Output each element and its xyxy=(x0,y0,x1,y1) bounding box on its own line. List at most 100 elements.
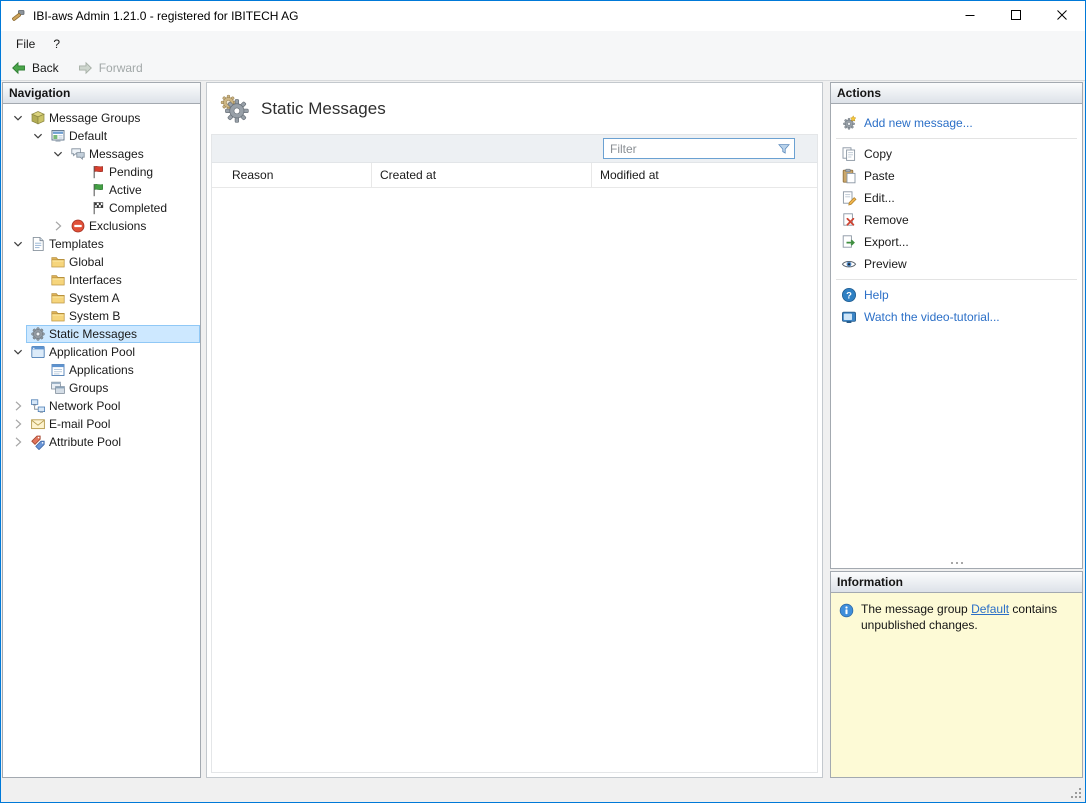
tree-item-label: Active xyxy=(109,183,142,197)
paste-icon xyxy=(841,168,857,184)
table-header-row: ReasonCreated atModified at xyxy=(212,163,817,188)
close-icon xyxy=(1057,9,1067,23)
actions-info-splitter[interactable] xyxy=(831,557,1082,568)
tree-item-exclusions[interactable]: Exclusions xyxy=(3,217,200,235)
maximize-button[interactable] xyxy=(993,1,1039,31)
tree-item-system-a[interactable]: System A xyxy=(3,289,200,307)
tree-item-static-messages[interactable]: Static Messages xyxy=(3,325,200,343)
action-label: Help xyxy=(864,288,889,302)
action-label: Watch the video-tutorial... xyxy=(864,310,1000,324)
tree-item-label: Network Pool xyxy=(49,399,120,413)
tree-item-system-b[interactable]: System B xyxy=(3,307,200,325)
chevron-collapsed-icon[interactable] xyxy=(10,398,26,414)
minimize-button[interactable] xyxy=(947,1,993,31)
action-preview[interactable]: Preview xyxy=(831,253,1082,275)
tree-item-network-pool[interactable]: Network Pool xyxy=(3,397,200,415)
email-pool-icon xyxy=(30,416,46,432)
chevron-collapsed-icon[interactable] xyxy=(10,434,26,450)
action-watch-the-video-tutorial[interactable]: Watch the video-tutorial... xyxy=(831,306,1082,328)
action-help[interactable]: ? Help xyxy=(831,284,1082,306)
active-flag-icon xyxy=(90,182,106,198)
chevron-expanded-icon[interactable] xyxy=(30,128,46,144)
action-copy[interactable]: Copy xyxy=(831,143,1082,165)
action-export[interactable]: Export... xyxy=(831,231,1082,253)
chevron-spacer xyxy=(70,164,86,180)
actions-list: Add new message... Copy Paste Edit...Remove… xyxy=(831,104,1082,557)
tree-item-pending[interactable]: Pending xyxy=(3,163,200,181)
tree-item-message-groups[interactable]: Message Groups xyxy=(3,109,200,127)
chevron-spacer xyxy=(30,308,46,324)
information-body: The message group Default contains unpub… xyxy=(831,593,1082,777)
window-title: IBI-aws Admin 1.21.0 - registered for IB… xyxy=(33,9,298,23)
video-icon xyxy=(841,309,857,325)
tree-item-default[interactable]: Default xyxy=(3,127,200,145)
tree-item-attribute-pool[interactable]: Attribute Pool xyxy=(3,433,200,451)
page-title: Static Messages xyxy=(261,99,386,119)
completed-flag-icon xyxy=(90,200,106,216)
tree-item-e-mail-pool[interactable]: E-mail Pool xyxy=(3,415,200,433)
message-table-body[interactable] xyxy=(212,188,817,772)
folder-icon xyxy=(50,308,66,324)
tree-item-interfaces[interactable]: Interfaces xyxy=(3,271,200,289)
chevron-spacer xyxy=(70,200,86,216)
filter-strip xyxy=(212,135,817,163)
remove-icon xyxy=(841,212,857,228)
chevron-expanded-icon[interactable] xyxy=(10,236,26,252)
tree-item-groups[interactable]: Groups xyxy=(3,379,200,397)
chevron-expanded-icon[interactable] xyxy=(10,110,26,126)
folder-icon xyxy=(50,254,66,270)
tree-item-label: Global xyxy=(69,255,104,269)
chevron-spacer xyxy=(30,290,46,306)
tree-item-label: Application Pool xyxy=(49,345,135,359)
tree-item-global[interactable]: Global xyxy=(3,253,200,271)
action-edit[interactable]: Edit... xyxy=(831,187,1082,209)
tree-item-label: Interfaces xyxy=(69,273,122,287)
tree-item-messages[interactable]: Messages xyxy=(3,145,200,163)
action-remove[interactable]: Remove xyxy=(831,209,1082,231)
tree-item-completed[interactable]: Completed xyxy=(3,199,200,217)
svg-text:?: ? xyxy=(846,291,852,302)
tree-item-label: Messages xyxy=(89,147,144,161)
tree-item-label: Templates xyxy=(49,237,104,251)
chevron-expanded-icon[interactable] xyxy=(10,344,26,360)
actions-separator xyxy=(836,279,1077,280)
back-button[interactable]: Back xyxy=(7,59,62,77)
forward-label: Forward xyxy=(99,61,143,75)
action-label: Paste xyxy=(864,169,895,183)
column-header-modified-at[interactable]: Modified at xyxy=(592,163,817,187)
tree-item-label: Completed xyxy=(109,201,167,215)
tree-item-templates[interactable]: Templates xyxy=(3,235,200,253)
tree-item-application-pool[interactable]: Application Pool xyxy=(3,343,200,361)
tree-item-active[interactable]: Active xyxy=(3,181,200,199)
navigation-toolbar: Back Forward xyxy=(1,56,1085,81)
column-header-reason[interactable]: Reason xyxy=(212,163,372,187)
filter-input[interactable] xyxy=(604,142,774,156)
action-label: Add new message... xyxy=(864,116,973,130)
tree-item-label: Exclusions xyxy=(89,219,146,233)
default-group-link[interactable]: Default xyxy=(971,602,1009,616)
resize-grip-icon[interactable] xyxy=(1070,787,1083,800)
information-panel: Information The message group Default co… xyxy=(830,571,1083,778)
menu-help[interactable]: ? xyxy=(44,33,69,55)
column-header-created-at[interactable]: Created at xyxy=(372,163,592,187)
tree-item-applications[interactable]: Applications xyxy=(3,361,200,379)
app-window: IBI-aws Admin 1.21.0 - registered for IB… xyxy=(0,0,1086,803)
edit-icon xyxy=(841,190,857,206)
tree-item-label: Groups xyxy=(69,381,108,395)
action-add-new-message[interactable]: Add new message... xyxy=(831,112,1082,134)
close-button[interactable] xyxy=(1039,1,1085,31)
chevron-collapsed-icon[interactable] xyxy=(10,416,26,432)
filter-funnel-icon[interactable] xyxy=(774,142,794,156)
folder-icon xyxy=(50,290,66,306)
action-label: Preview xyxy=(864,257,907,271)
chevron-collapsed-icon[interactable] xyxy=(50,218,66,234)
chevron-expanded-icon[interactable] xyxy=(50,146,66,162)
info-icon xyxy=(839,603,854,618)
forward-button[interactable]: Forward xyxy=(74,59,146,77)
action-paste[interactable]: Paste xyxy=(831,165,1082,187)
chevron-spacer xyxy=(30,254,46,270)
messages-icon xyxy=(70,146,86,162)
static-messages-icon xyxy=(30,326,46,342)
menu-file[interactable]: File xyxy=(7,33,44,55)
export-icon xyxy=(841,234,857,250)
